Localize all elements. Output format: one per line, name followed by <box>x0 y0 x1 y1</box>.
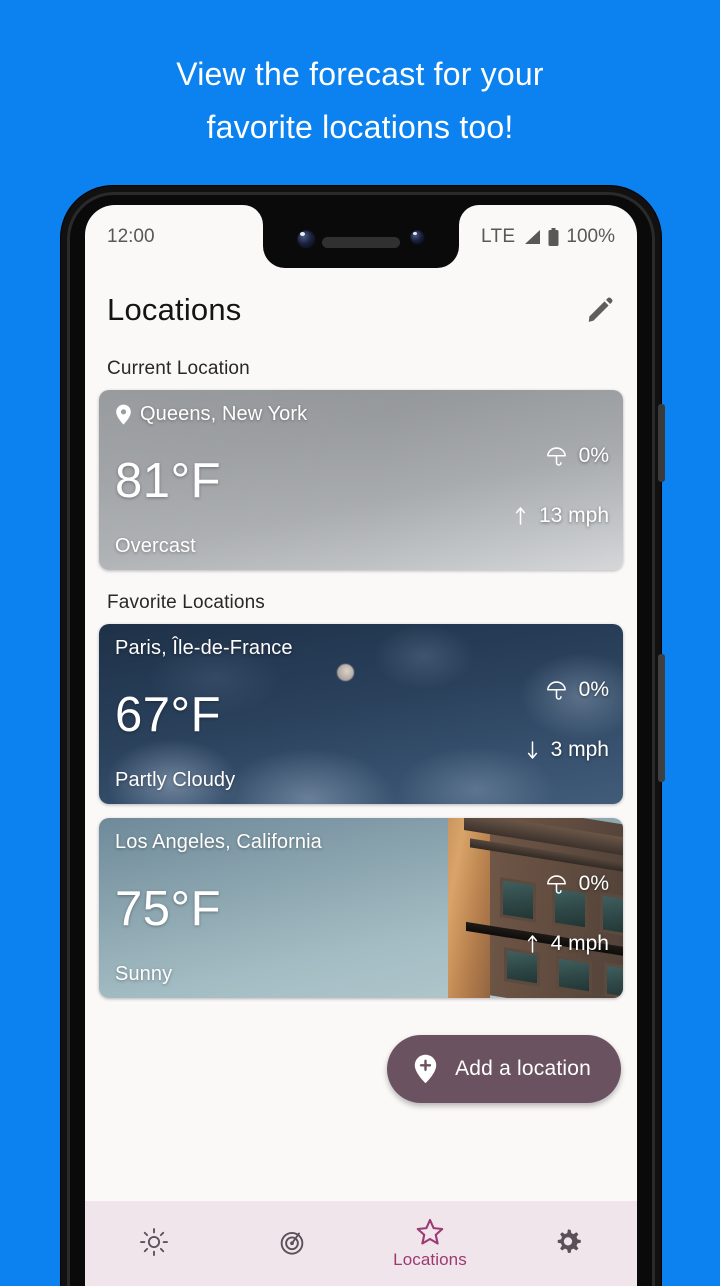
wind-direction-arrow-icon <box>527 741 537 759</box>
display-notch <box>263 205 459 268</box>
page-title: Locations <box>107 292 242 327</box>
nav-item-locations[interactable]: Locations <box>361 1201 499 1286</box>
pencil-icon[interactable] <box>585 295 615 325</box>
bottom-navigation: Locations <box>85 1201 637 1286</box>
app-header: Locations <box>85 268 637 332</box>
wind-metric: 3 mph <box>525 738 609 762</box>
status-indicators: LTE 100% <box>481 226 615 248</box>
wind-metric: 13 mph <box>513 504 609 528</box>
precipitation-metric: 0% <box>545 678 609 702</box>
front-camera-left-icon <box>297 230 316 249</box>
card-metrics: 0% 4 mph <box>525 872 609 956</box>
location-card-favorite-1[interactable]: Los Angeles, California 75°F Sunny 0% 4 … <box>99 818 623 998</box>
card-place-name: Queens, New York <box>140 403 308 425</box>
promo-banner: View the forecast for your favorite loca… <box>0 0 720 180</box>
card-metrics: 0% 13 mph <box>513 444 609 528</box>
promo-line-2: favorite locations too! <box>206 109 514 145</box>
sun-icon <box>140 1228 168 1256</box>
card-condition: Partly Cloudy <box>115 769 236 791</box>
status-network-label: LTE <box>481 225 516 247</box>
status-battery-level: 100% <box>566 225 615 247</box>
add-location-label: Add a location <box>455 1057 591 1080</box>
umbrella-icon <box>546 446 566 466</box>
wind-metric: 4 mph <box>525 932 609 956</box>
nav-item-settings[interactable] <box>499 1201 637 1286</box>
volume-button[interactable] <box>658 654 665 782</box>
phone-screen: 12:00 LTE 100% Locations Current Locatio… <box>85 205 637 1286</box>
map-pin-icon <box>116 404 131 425</box>
wind-direction-arrow-icon <box>527 935 537 953</box>
card-place-name: Los Angeles, California <box>115 831 322 853</box>
nav-item-radar[interactable] <box>223 1201 361 1286</box>
add-location-button[interactable]: Add a location <box>387 1035 621 1103</box>
card-condition: Sunny <box>115 963 173 985</box>
wind-value: 3 mph <box>550 738 609 761</box>
front-camera-right-icon <box>410 230 425 245</box>
earpiece-speaker <box>322 237 400 248</box>
nav-label-locations: Locations <box>393 1250 467 1269</box>
add-location-pin-icon <box>414 1054 437 1084</box>
umbrella-icon <box>546 680 566 700</box>
wind-direction-arrow-icon <box>515 507 526 525</box>
star-icon <box>416 1218 444 1245</box>
section-label-current: Current Location <box>107 358 250 379</box>
wind-value: 4 mph <box>550 932 609 955</box>
nav-item-today[interactable] <box>85 1201 223 1286</box>
precipitation-value: 0% <box>578 444 609 467</box>
gear-icon <box>557 1229 581 1253</box>
signal-bars-icon <box>525 229 541 244</box>
location-card-favorite-0[interactable]: Paris, Île-de-France 67°F Partly Cloudy … <box>99 624 623 804</box>
radar-icon <box>280 1231 304 1255</box>
precipitation-metric: 0% <box>545 444 609 468</box>
power-button[interactable] <box>658 404 665 482</box>
precipitation-value: 0% <box>578 872 609 895</box>
precipitation-metric: 0% <box>545 872 609 896</box>
card-condition: Overcast <box>115 535 196 557</box>
status-time: 12:00 <box>107 225 155 247</box>
card-header: Los Angeles, California <box>115 831 607 854</box>
phone-frame: 12:00 LTE 100% Locations Current Locatio… <box>61 186 665 1286</box>
card-metrics: 0% 3 mph <box>525 678 609 762</box>
card-header: Queens, New York <box>115 403 607 426</box>
location-card-current[interactable]: Queens, New York 81°F Overcast 0% 13 mph <box>99 390 623 570</box>
fab-area: Add a location <box>85 998 637 1148</box>
section-label-favorites: Favorite Locations <box>107 592 265 613</box>
card-place-name: Paris, Île-de-France <box>115 637 293 659</box>
promo-line-1: View the forecast for your <box>176 56 544 92</box>
umbrella-icon <box>546 874 566 894</box>
wind-value: 13 mph <box>538 504 609 527</box>
precipitation-value: 0% <box>578 678 609 701</box>
battery-full-icon <box>548 227 559 246</box>
card-header: Paris, Île-de-France <box>115 637 607 660</box>
